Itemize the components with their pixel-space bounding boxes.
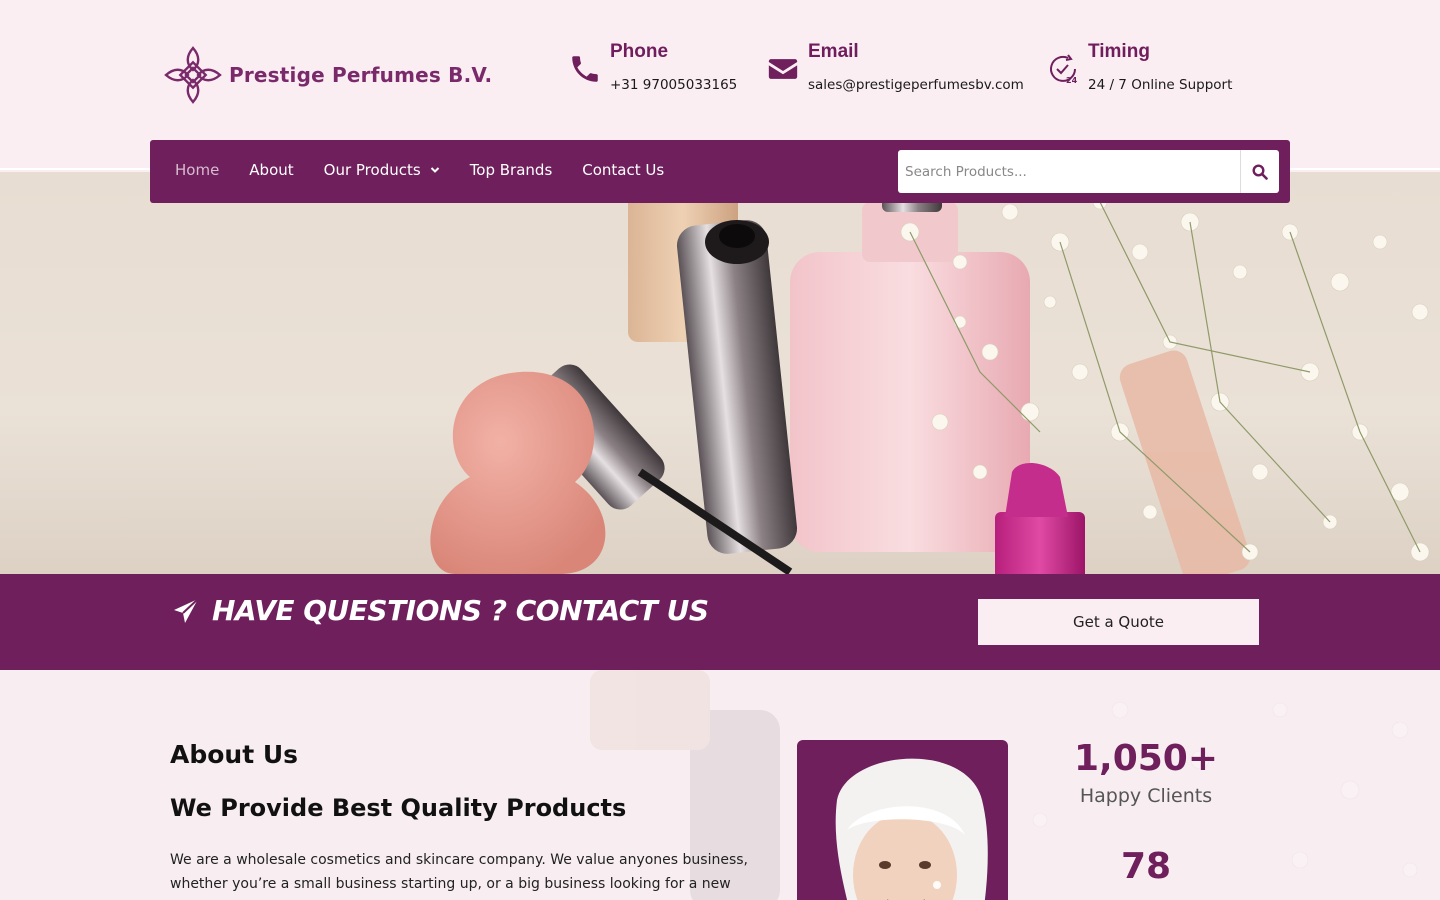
about-subheading: We Provide Best Quality Products	[170, 794, 627, 822]
stat-value: 1,050+	[1073, 738, 1219, 779]
email-address[interactable]: sales@prestigeperfumesbv.com	[808, 76, 1024, 94]
nav-about[interactable]: About	[249, 161, 293, 179]
paper-plane-icon	[174, 597, 199, 623]
cta-text: HAVE QUESTIONS ? CONTACT US	[212, 594, 709, 627]
site-logo[interactable]: Prestige Perfumes B.V.	[162, 44, 492, 106]
chevron-down-icon	[430, 167, 439, 173]
contact-timing: 24 Timing 24 / 7 Online Support	[1046, 40, 1232, 94]
timing-title: Timing	[1088, 41, 1150, 62]
phone-icon	[572, 56, 598, 82]
envelope-icon	[768, 59, 798, 79]
product-search	[898, 150, 1279, 193]
nav-our-products-label: Our Products	[323, 161, 421, 179]
clock-24-icon: 24	[1050, 54, 1078, 85]
about-section: About Us We Provide Best Quality Product…	[0, 670, 1440, 900]
get-a-quote-button[interactable]: Get a Quote	[978, 599, 1259, 645]
search-button[interactable]	[1241, 150, 1279, 193]
cta-heading: HAVE QUESTIONS ? CONTACT US	[172, 594, 709, 627]
svg-text:24: 24	[1066, 76, 1078, 85]
nav-home[interactable]: Home	[175, 161, 219, 179]
about-body: We are a wholesale cosmetics and skincar…	[170, 852, 748, 892]
nav-our-products[interactable]: Our Products	[324, 161, 440, 179]
contact-phone: Phone +31 97005033165	[568, 40, 737, 94]
about-heading: About Us	[170, 740, 299, 769]
hero-banner	[0, 172, 1440, 574]
contact-email: Email sales@prestigeperfumesbv.com	[766, 40, 1024, 94]
stat-label: Happy Clients	[1079, 785, 1213, 807]
stat-happy-clients: 1,050+ Happy Clients	[1046, 738, 1246, 807]
hero-image	[430, 172, 1430, 574]
email-title: Email	[808, 41, 859, 62]
search-icon	[1252, 163, 1268, 180]
timing-value: 24 / 7 Online Support	[1088, 77, 1233, 93]
contact-cta-band: HAVE QUESTIONS ? CONTACT US Get a Quote	[0, 574, 1440, 670]
main-nav: Home About Our Products Top Brands Conta…	[150, 140, 1290, 203]
nav-top-brands[interactable]: Top Brands	[470, 161, 553, 179]
nav-contact-us[interactable]: Contact Us	[582, 161, 664, 179]
woman-portrait-image	[835, 758, 988, 900]
brand-name: Prestige Perfumes B.V.	[229, 63, 493, 87]
search-input[interactable]	[898, 150, 1241, 193]
about-portrait	[797, 740, 1008, 900]
stat-value: 78	[1120, 846, 1172, 887]
phone-title: Phone	[610, 41, 669, 62]
nav-menu: Home About Our Products Top Brands Conta…	[175, 140, 694, 200]
logo-mark-icon	[164, 46, 222, 104]
stat-secondary: 78	[1046, 846, 1246, 887]
phone-number[interactable]: +31 97005033165	[610, 76, 737, 94]
